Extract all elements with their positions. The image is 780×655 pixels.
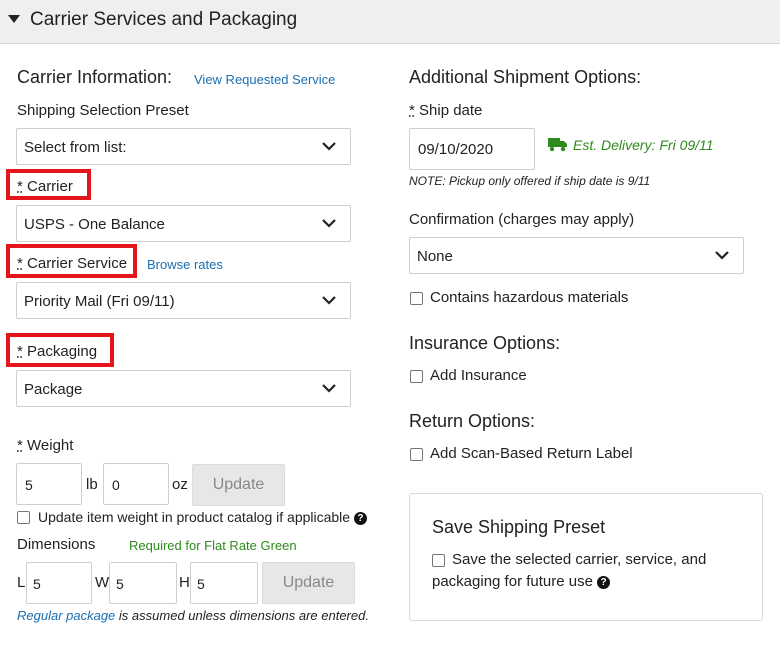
preset-select-value: Select from list: — [24, 139, 127, 156]
carrier-select-value: USPS - One Balance — [24, 216, 165, 233]
help-icon[interactable]: ? — [353, 512, 367, 525]
caret-down-icon[interactable] — [8, 15, 20, 23]
additional-options-title: Additional Shipment Options: — [409, 67, 642, 87]
carrier-select[interactable]: USPS - One Balance — [16, 205, 351, 242]
carrier-label: * Carrier — [17, 178, 73, 195]
weight-label-text: Weight — [27, 437, 74, 454]
length-label: L — [17, 574, 26, 591]
weight-label: * Weight — [17, 437, 73, 454]
insurance-title: Insurance Options: — [409, 333, 561, 353]
confirmation-select[interactable]: None — [409, 237, 744, 274]
service-label: * Carrier Service — [17, 255, 127, 272]
section-title: Carrier Services and Packaging — [30, 9, 298, 30]
help-icon[interactable]: ? — [597, 576, 611, 589]
packaging-select-value: Package — [24, 381, 83, 398]
return-title: Return Options: — [409, 411, 536, 431]
dimensions-update-button[interactable]: Update — [262, 562, 355, 604]
dimensions-footer-text: is assumed unless dimensions are entered… — [118, 608, 369, 623]
ship-date-label-text: Ship date — [419, 102, 483, 119]
lb-unit: lb — [86, 476, 98, 493]
hazardous-label: Contains hazardous materials — [430, 289, 629, 306]
service-label-text: Carrier Service — [27, 255, 128, 272]
catalog-weight-checkbox[interactable] — [17, 511, 30, 524]
packaging-label-text: Packaging — [27, 343, 98, 360]
weight-oz-input[interactable]: 0 — [103, 463, 169, 505]
service-select-value: Priority Mail (Fri 09/11) — [24, 293, 175, 310]
weight-update-button[interactable]: Update — [192, 464, 285, 506]
return-label-checkbox[interactable] — [410, 448, 423, 461]
save-preset-line1: Save the selected carrier, service, and — [452, 551, 707, 568]
ship-date-label: * Ship date — [409, 102, 482, 119]
packaging-label: * Packaging — [17, 343, 97, 360]
required-marker: * — [17, 343, 23, 360]
length-value: 5 — [33, 576, 41, 592]
section-header[interactable]: Carrier Services and Packaging — [0, 0, 780, 44]
required-marker: * — [17, 437, 23, 454]
chevron-down-icon — [322, 219, 336, 228]
preset-select[interactable]: Select from list: — [16, 128, 351, 165]
insurance-label: Add Insurance — [430, 367, 527, 384]
carrier-label-text: Carrier — [27, 178, 73, 195]
truck-icon — [548, 138, 567, 152]
ship-date-value: 09/10/2020 — [418, 141, 494, 158]
chevron-down-icon — [322, 142, 336, 151]
confirmation-label: Confirmation (charges may apply) — [409, 211, 635, 228]
packaging-select[interactable]: Package — [16, 370, 351, 407]
dimensions-footer: Regular package is assumed unless dimens… — [17, 608, 369, 623]
height-input[interactable]: 5 — [190, 562, 258, 604]
flat-rate-note: Required for Flat Rate Green — [129, 538, 297, 553]
chevron-down-icon — [715, 251, 729, 260]
save-preset-line2: packaging for future use ? — [432, 573, 611, 590]
confirmation-select-value: None — [417, 248, 453, 265]
height-label: H — [179, 574, 190, 591]
preset-label: Shipping Selection Preset — [17, 102, 189, 119]
ship-date-input[interactable]: 09/10/2020 — [409, 128, 535, 170]
required-marker: * — [409, 102, 415, 119]
save-preset-panel: Save Shipping Preset Save the selected c… — [409, 493, 763, 621]
est-delivery: Est. Delivery: Fri 09/11 — [573, 137, 714, 153]
height-value: 5 — [197, 576, 205, 592]
width-label: W — [95, 574, 110, 591]
length-input[interactable]: 5 — [26, 562, 92, 604]
width-input[interactable]: 5 — [109, 562, 177, 604]
save-preset-line2-text: packaging for future use — [432, 573, 593, 590]
weight-lb-input[interactable]: 5 — [16, 463, 82, 505]
carrier-info-title: Carrier Information: — [17, 67, 173, 87]
browse-rates-link[interactable]: Browse rates — [147, 257, 223, 272]
save-preset-title: Save Shipping Preset — [432, 517, 606, 537]
regular-package-link[interactable]: Regular package — [17, 608, 115, 623]
chevron-down-icon — [322, 296, 336, 305]
insurance-checkbox[interactable] — [410, 370, 423, 383]
pickup-note: NOTE: Pickup only offered if ship date i… — [409, 174, 651, 188]
catalog-weight-text: Update item weight in product catalog if… — [38, 509, 351, 525]
width-value: 5 — [116, 576, 124, 592]
dimensions-label: Dimensions — [17, 536, 96, 553]
view-requested-service-link[interactable]: View Requested Service — [194, 72, 335, 87]
weight-lb-value: 5 — [25, 477, 33, 493]
chevron-down-icon — [322, 384, 336, 393]
oz-unit: oz — [172, 476, 188, 493]
save-preset-checkbox[interactable] — [432, 554, 445, 567]
service-select[interactable]: Priority Mail (Fri 09/11) — [16, 282, 351, 319]
required-marker: * — [17, 178, 23, 195]
return-label-text: Add Scan-Based Return Label — [430, 445, 633, 462]
required-marker: * — [17, 255, 23, 272]
catalog-weight-label: Update item weight in product catalog if… — [38, 509, 367, 525]
weight-oz-value: 0 — [112, 477, 120, 493]
hazardous-checkbox[interactable] — [410, 292, 423, 305]
